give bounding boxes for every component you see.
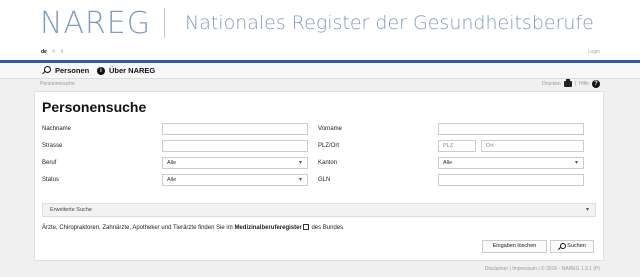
tools-separator: | [574, 81, 576, 87]
chevron-down-icon: ▾ [574, 160, 578, 166]
footer: Disclaimer | Impressum | © 2016 - NAREG … [484, 266, 600, 272]
chevron-down-icon: ▾ [585, 207, 589, 213]
vorname-field[interactable] [438, 123, 584, 135]
beruf-select[interactable]: Alle ▾ [162, 157, 308, 169]
nav-item-label: Personen [55, 66, 90, 75]
note-suffix: des Bundes [309, 225, 344, 231]
lang-fr[interactable]: fr [52, 49, 55, 55]
nav-item-ueber-nareg[interactable]: i Über NAREG [97, 66, 155, 75]
ort-field[interactable]: Ort [481, 140, 584, 152]
breadcrumb: Personensuche [40, 81, 75, 87]
lang-de[interactable]: de [41, 49, 47, 55]
help-icon[interactable]: ? [592, 80, 600, 88]
kanton-label: Kanton [318, 160, 338, 166]
strasse-field[interactable] [162, 140, 308, 152]
gln-label: GLN [318, 177, 331, 183]
extended-search-label: Erweiterte Suche [50, 207, 92, 213]
gln-field[interactable] [438, 174, 584, 186]
medizinalberuferegister-link[interactable]: Medizinalberuferegister [234, 225, 301, 231]
nachname-field[interactable] [162, 123, 308, 135]
kanton-select[interactable]: Alle ▾ [438, 157, 584, 169]
chevron-down-icon: ▾ [298, 160, 302, 166]
language-switcher: de fr it [41, 49, 67, 55]
search-button[interactable]: Suchen [550, 240, 594, 253]
search-panel: Personensuche Nachname Vorname Strasse P… [34, 91, 604, 261]
note-prefix: Ärzte, Chiropraktoren, Zahnärzte, Apothe… [42, 225, 235, 231]
plz-ort-label: PLZ/Ort [318, 143, 340, 149]
vorname-label: Vorname [318, 126, 343, 132]
chevron-down-icon: ▾ [298, 177, 302, 183]
search-icon [42, 66, 51, 75]
main-nav: Personen i Über NAREG [0, 63, 640, 79]
register-title: Nationales Register der Gesundheitsberuf… [185, 12, 594, 34]
status-label: Status [42, 177, 60, 183]
search-button-label: Suchen [567, 243, 586, 249]
kanton-select-value: Alle [443, 160, 453, 166]
nachname-label: Nachname [42, 126, 72, 132]
nav-item-personen[interactable]: Personen [42, 66, 89, 75]
beruf-label: Beruf [42, 160, 57, 166]
help-link[interactable]: Hilfe [579, 81, 589, 87]
status-select-value: Alle [167, 177, 177, 183]
page-tools: Drucken | Hilfe ? [542, 79, 600, 88]
status-select[interactable]: Alle ▾ [162, 174, 308, 186]
printer-icon[interactable] [563, 79, 572, 87]
search-icon [558, 243, 567, 250]
external-link-icon[interactable] [302, 224, 309, 230]
info-icon: i [97, 66, 105, 75]
strasse-label: Strasse [42, 143, 63, 149]
lang-it[interactable]: it [61, 49, 64, 55]
login-link[interactable]: Login [588, 49, 600, 55]
clear-button[interactable]: Eingaben löschen [482, 240, 547, 253]
nareg-logo[interactable]: NAREG [40, 6, 151, 41]
breadcrumb-bar: Personensuche Drucken | Hilfe ? [34, 79, 604, 90]
info-note: Ärzte, Chiropraktoren, Zahnärzte, Apothe… [42, 224, 343, 231]
nav-item-label: Über NAREG [109, 66, 156, 75]
header: NAREG Nationales Register der Gesundheit… [0, 0, 640, 62]
header-divider [164, 8, 165, 38]
extended-search-toggle[interactable]: Erweiterte Suche ▾ [42, 203, 596, 217]
print-link[interactable]: Drucken [542, 81, 561, 87]
plz-field[interactable]: PLZ [438, 140, 476, 152]
beruf-select-value: Alle [167, 160, 177, 166]
page-title: Personensuche [42, 99, 147, 115]
